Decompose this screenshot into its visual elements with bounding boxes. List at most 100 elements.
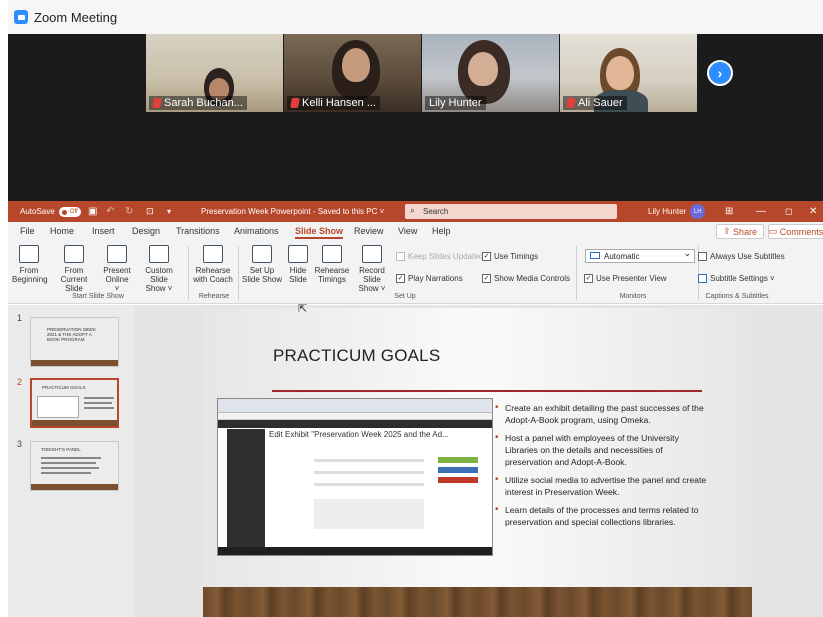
redo-icon[interactable]: ↻	[125, 201, 133, 222]
title-divider	[272, 390, 702, 392]
comments-button[interactable]: ▭ Comments	[768, 224, 823, 239]
share-button[interactable]: ⇪ Share	[716, 224, 764, 239]
thumbnail-number: 2	[17, 377, 23, 387]
close-button[interactable]: ✕	[809, 201, 817, 222]
search-input[interactable]: ⌕ Search	[405, 204, 617, 219]
ribbon-display-icon[interactable]: ⊞	[725, 201, 733, 222]
wood-floor-decoration	[203, 587, 752, 617]
group-start-slide-show: Start Slide Show	[72, 293, 124, 300]
minimize-button[interactable]: —	[756, 201, 766, 222]
use-presenter-view-checkbox[interactable]: ✓ Use Presenter View	[584, 274, 667, 283]
hide-slide-button[interactable]: Hide Slide	[286, 245, 310, 284]
form-field	[314, 471, 424, 474]
from-current-slide-button[interactable]: From Current Slide	[52, 245, 96, 293]
tab-insert[interactable]: Insert	[92, 226, 115, 236]
bullet-item: Create an exhibit detailing the past suc…	[493, 402, 707, 426]
zoom-logo-icon	[14, 10, 28, 24]
maximize-button[interactable]: ◻	[785, 201, 792, 222]
embedded-heading: Edit Exhibit "Preservation Week 2025 and…	[269, 430, 449, 439]
participant-tile[interactable]: Sarah Buchan...	[146, 34, 283, 112]
slide-bullet-list[interactable]: Create an exhibit detailing the past suc…	[493, 402, 707, 534]
account-button[interactable]: Lily Hunter LH	[648, 201, 706, 222]
tab-home[interactable]: Home	[50, 226, 74, 236]
keep-slides-updated-checkbox: Keep Slides Updated	[396, 252, 483, 261]
avatar: LH	[690, 204, 706, 219]
thumbnail-line	[84, 407, 114, 409]
tab-help[interactable]: Help	[432, 226, 451, 236]
subtitle-settings-button[interactable]: Subtitle Settings ˅	[698, 274, 775, 283]
slide-title[interactable]: PRACTICUM GOALS	[273, 346, 440, 366]
search-icon: ⌕	[410, 205, 416, 215]
thumbnail-line	[41, 457, 101, 459]
tab-animations[interactable]: Animations	[234, 226, 279, 236]
slide-thumbnail-1[interactable]: PRESERVATION WEEK 2021 & THE ADOPT A BOO…	[30, 317, 119, 367]
muted-mic-icon	[566, 98, 576, 108]
record-slide-show-button[interactable]: Record Slide Show ˅	[350, 245, 394, 293]
tab-file[interactable]: File	[20, 226, 35, 236]
slide-thumbnail-3[interactable]: TONIGHT'S PANEL	[30, 441, 119, 491]
autosave-toggle[interactable]: AutoSave Off	[20, 201, 81, 222]
tab-design[interactable]: Design	[132, 226, 160, 236]
autosave-switch[interactable]: Off	[58, 206, 81, 217]
undo-icon[interactable]: ↶	[106, 201, 114, 222]
coach-icon	[203, 245, 223, 263]
thumbnail-floor	[32, 420, 117, 426]
delete-button	[438, 477, 478, 483]
thumbnail-text: TONIGHT'S PANEL	[41, 447, 81, 452]
slide-canvas[interactable]: PRACTICUM GOALS Edit Exhibit "Preservati…	[203, 308, 752, 617]
use-timings-checkbox[interactable]: ✓ Use Timings	[482, 252, 538, 261]
from-beginning-button[interactable]: From Beginning	[12, 245, 48, 284]
present-online-button[interactable]: Present Online ˅	[102, 245, 132, 293]
play-from-start-icon	[19, 245, 39, 263]
embedded-screenshot[interactable]: Edit Exhibit "Preservation Week 2025 and…	[217, 398, 493, 556]
show-media-controls-checkbox[interactable]: ✓ Show Media Controls	[482, 274, 570, 283]
comment-icon: ▭	[768, 226, 780, 236]
thumbnail-line	[41, 462, 96, 464]
rehearse-with-coach-button[interactable]: Rehearse with Coach	[193, 245, 233, 284]
rehearse-timings-button[interactable]: Rehearse Timings	[314, 245, 350, 284]
ribbon: From Beginning From Current Slide Present O…	[8, 242, 823, 304]
participant-tile[interactable]: Kelli Hansen ...	[284, 34, 421, 112]
always-use-subtitles-checkbox[interactable]: Always Use Subtitles	[698, 252, 785, 261]
thumbnail-line	[41, 467, 99, 469]
thumbnail-floor	[31, 360, 118, 366]
thumbnail-number: 1	[17, 313, 23, 323]
save-icon[interactable]: ▣	[88, 201, 97, 222]
ribbon-tabs: File Home Insert Design Transitions Anim…	[8, 222, 823, 242]
chevron-right-icon[interactable]: ›	[707, 60, 733, 86]
monitor-select[interactable]: Automatic	[585, 248, 695, 263]
set-up-slide-show-button[interactable]: Set Up Slide Show	[241, 245, 283, 284]
autosave-label: AutoSave	[20, 207, 55, 216]
custom-slide-show-button[interactable]: Custom Slide Show ˅	[136, 245, 182, 293]
tab-review[interactable]: Review	[354, 226, 384, 236]
slide-thumbnail-2[interactable]: PRACTICUM GOALS	[30, 378, 119, 428]
present-icon[interactable]: ⊡	[146, 201, 154, 222]
thumbnail-screenshot	[37, 396, 79, 418]
record-icon	[362, 245, 382, 263]
tab-slide-show[interactable]: Slide Show	[295, 226, 344, 239]
thumbnail-text: PRESERVATION WEEK 2021 & THE ADOPT A BOO…	[47, 327, 97, 342]
play-narrations-checkbox[interactable]: ✓ Play Narrations	[396, 274, 463, 283]
play-from-current-icon	[64, 245, 84, 263]
document-title[interactable]: Preservation Week Powerpoint - Saved to …	[201, 201, 384, 222]
muted-mic-icon	[290, 98, 300, 108]
participant-name: Kelli Hansen ...	[287, 96, 380, 110]
participant-tile-active[interactable]: Lily Hunter	[422, 34, 559, 112]
thumbnail-number: 3	[17, 439, 23, 449]
bullet-item: Utilize social media to advertise the pa…	[493, 474, 707, 498]
ppt-title-bar: AutoSave Off ▣ ↶ ↻ ⊡ ▾ Preservation Week…	[8, 201, 823, 222]
tab-transitions[interactable]: Transitions	[176, 226, 220, 236]
ribbon-separator	[576, 246, 577, 300]
participant-name: Sarah Buchan...	[149, 96, 247, 110]
ribbon-separator	[238, 246, 239, 300]
group-monitors: Monitors	[619, 293, 647, 300]
timer-icon	[322, 245, 342, 263]
hide-slide-icon	[288, 245, 308, 263]
thumbnail-floor	[31, 484, 118, 490]
thumbnail-line	[41, 472, 91, 474]
customize-qat-icon[interactable]: ▾	[167, 201, 171, 222]
search-placeholder: Search	[423, 207, 449, 216]
tab-view[interactable]: View	[398, 226, 417, 236]
participant-tile[interactable]: Ali Sauer	[560, 34, 697, 112]
browser-tabs	[218, 399, 492, 413]
